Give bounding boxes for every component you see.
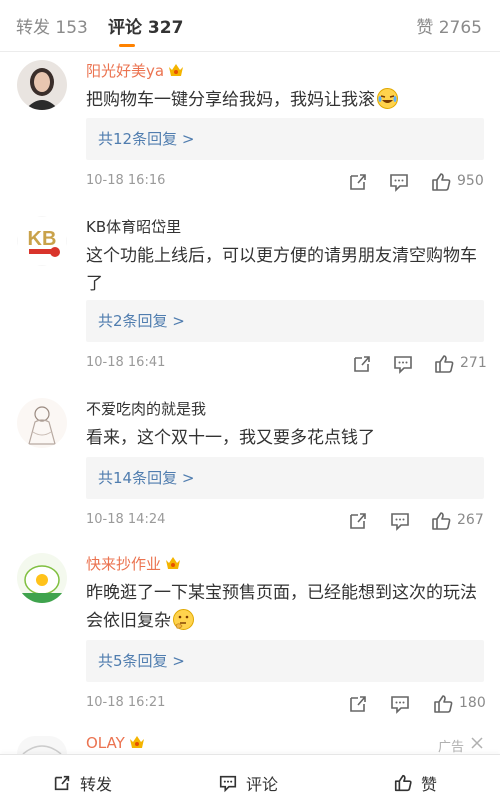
share-icon[interactable] <box>347 171 369 193</box>
tab-comment-label: 评论 <box>108 18 142 38</box>
like-button[interactable]: 赞 <box>393 771 437 795</box>
repost-button[interactable]: 转发 <box>52 771 112 795</box>
comment-text: 昨晚逛了一下某宝预售页面，已经能想到这次的玩法会依旧复杂 <box>86 583 477 631</box>
comment-icon[interactable] <box>392 353 414 375</box>
ad-item: OLAY 广告 <box>0 730 500 755</box>
close-icon[interactable] <box>470 736 484 750</box>
like-icon[interactable] <box>432 693 454 715</box>
avatar[interactable] <box>17 736 67 754</box>
reply-count-link[interactable]: 共2条回复 > <box>98 310 185 331</box>
reply-count-link[interactable]: 共5条回复 > <box>98 650 185 671</box>
reply-count-link[interactable]: 共12条回复 > <box>98 128 194 149</box>
tab-like-label: 赞 <box>416 18 434 38</box>
tab-repost-count: 153 <box>55 18 88 38</box>
tab-like-count: 2765 <box>438 18 482 38</box>
like-icon[interactable] <box>430 510 452 532</box>
ad-username[interactable]: OLAY <box>86 734 145 752</box>
vip-badge-icon <box>169 64 184 76</box>
comment-icon[interactable] <box>389 510 411 532</box>
tab-repost-label: 转发 <box>16 18 50 38</box>
tab-comment[interactable]: 评论 327 <box>108 13 183 38</box>
vip-badge-icon <box>166 557 181 569</box>
comment-text: 把购物车一键分享给我妈，我妈让我滚 <box>86 86 486 114</box>
comment-icon[interactable] <box>389 693 411 715</box>
avatar[interactable] <box>17 398 67 448</box>
comment-username[interactable]: KB体育昭岱里 <box>86 216 181 237</box>
tab-comment-count: 327 <box>147 18 184 38</box>
comment-username[interactable]: 阳光好美ya <box>86 60 184 81</box>
avatar[interactable]: KB <box>17 216 67 266</box>
ad-label: 广告 <box>437 740 464 755</box>
like-count: 271 <box>460 355 487 371</box>
like-count: 950 <box>457 173 484 189</box>
share-icon[interactable] <box>351 353 373 375</box>
thinking-emoji <box>173 609 194 630</box>
share-icon[interactable] <box>347 510 369 532</box>
comment-icon[interactable] <box>388 171 410 193</box>
reply-summary[interactable]: 共5条回复 > <box>86 640 484 682</box>
comment-username[interactable]: 不爱吃肉的就是我 <box>86 398 206 419</box>
comment-icon <box>219 775 237 793</box>
share-icon <box>54 775 70 791</box>
comment-text: 这个功能上线后，可以更方便的请男朋友清空购物车了 <box>86 246 477 294</box>
comment-tabs-bar: 转发 153 评论 327 赞 2765 <box>0 0 500 52</box>
comment-username[interactable]: 快来抄作业 <box>86 553 181 574</box>
comment-label: 评论 <box>246 775 279 794</box>
avatar[interactable] <box>17 553 67 603</box>
bottom-action-bar: 转发 评论 赞 <box>0 754 500 810</box>
comment-button[interactable]: 评论 <box>218 771 278 795</box>
tab-like[interactable]: 赞 2765 <box>416 13 482 38</box>
like-icon <box>394 774 412 792</box>
comment-time: 10-18 16:21 <box>86 695 166 710</box>
reply-count-link[interactable]: 共14条回复 > <box>98 467 194 488</box>
repost-label: 转发 <box>80 775 113 794</box>
comment-time: 10-18 16:41 <box>86 355 166 370</box>
like-count: 267 <box>457 512 484 528</box>
vip-badge-icon <box>129 736 144 748</box>
avatar[interactable] <box>17 60 67 110</box>
share-icon[interactable] <box>347 693 369 715</box>
comment-text: 看来，这个双十一，我又要多花点钱了 <box>86 428 375 448</box>
reply-summary[interactable]: 共14条回复 > <box>86 457 484 499</box>
comment-time: 10-18 16:16 <box>86 173 166 188</box>
like-label: 赞 <box>421 775 438 794</box>
like-icon[interactable] <box>433 353 455 375</box>
svg-text:KB: KB <box>28 228 57 250</box>
comment-time: 10-18 14:24 <box>86 512 166 527</box>
reply-summary[interactable]: 共12条回复 > <box>86 118 484 160</box>
tab-repost[interactable]: 转发 153 <box>16 13 88 38</box>
laugh-cry-emoji <box>377 88 398 109</box>
reply-summary[interactable]: 共2条回复 > <box>86 300 484 342</box>
active-tab-indicator <box>119 44 135 47</box>
like-count: 180 <box>459 695 486 711</box>
like-icon[interactable] <box>430 171 452 193</box>
